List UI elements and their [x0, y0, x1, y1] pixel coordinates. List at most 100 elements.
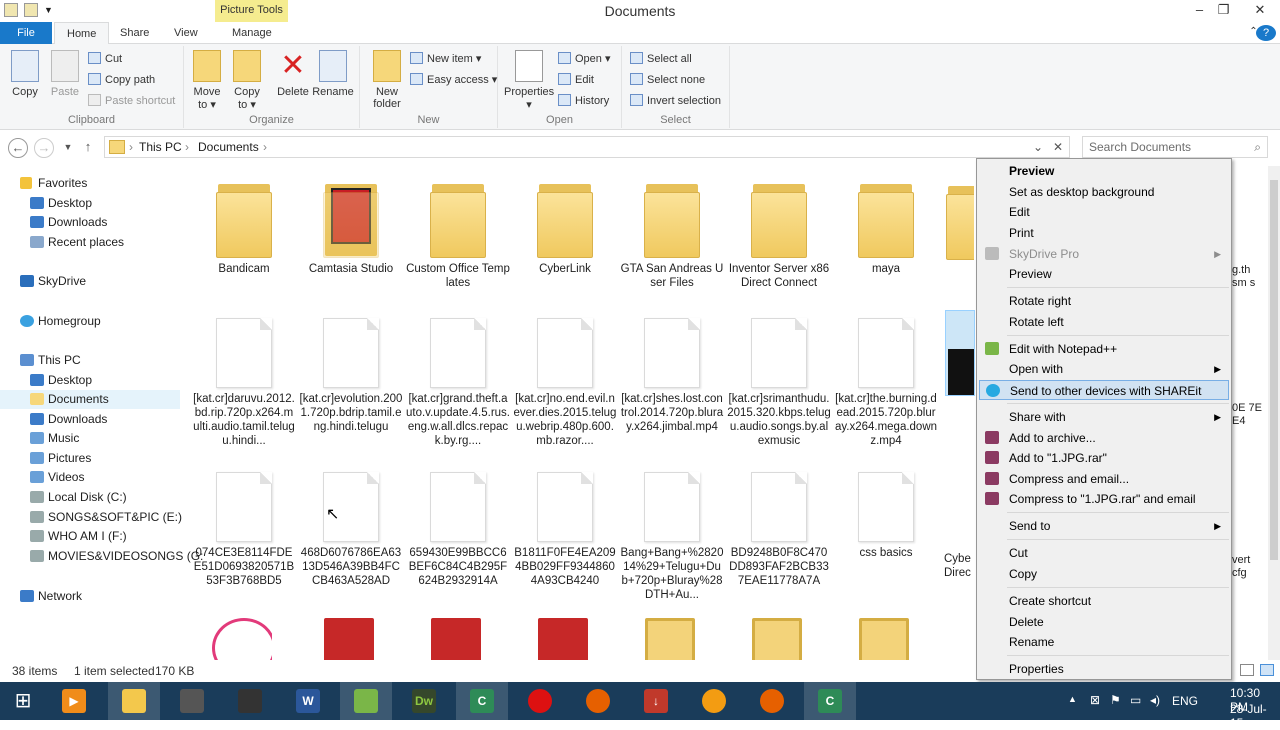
back-icon[interactable]: ←	[8, 138, 28, 158]
details-view-icon[interactable]	[1240, 664, 1254, 676]
tab-manage[interactable]: Manage	[220, 22, 284, 44]
folder-tile[interactable]: GTA San Andreas User Files	[620, 170, 724, 290]
file-tile[interactable]: [kat.cr]shes.lost.control.2014.720p.blur…	[620, 314, 724, 434]
menu-compress-email[interactable]: Compress and email...	[979, 469, 1229, 489]
partial-right-tile-1[interactable]: g.th sm s	[1232, 264, 1267, 290]
clock-date[interactable]: 28-Jul-15	[1230, 702, 1280, 730]
menu-compress-rar-email[interactable]: Compress to "1.JPG.rar" and email	[979, 489, 1229, 509]
menu-add-archive[interactable]: Add to archive...	[979, 428, 1229, 448]
selected-image-tile[interactable]	[945, 310, 975, 396]
nav-pc-music[interactable]: Music	[30, 429, 79, 448]
partial-right-tile-3[interactable]: vert cfg	[1232, 554, 1267, 580]
invert-selection-button[interactable]: Invert selection	[630, 92, 721, 110]
file-tile[interactable]: 468D6076786EA6313D546A39BB4FCCB463A528AD	[299, 468, 403, 588]
tab-share[interactable]: Share	[108, 22, 161, 44]
large-icons-view-icon[interactable]	[1260, 664, 1274, 676]
menu-create-shortcut[interactable]: Create shortcut	[979, 591, 1229, 611]
forward-icon[interactable]: →	[34, 138, 54, 158]
taskbar-word[interactable]: W	[282, 682, 334, 720]
menu-preview-default[interactable]: Preview	[979, 161, 1229, 181]
nav-local-c[interactable]: Local Disk (C:)	[30, 488, 127, 507]
copy-path-button[interactable]: Copy path	[88, 71, 155, 89]
taskbar-downloader[interactable]: ↓	[630, 682, 682, 720]
file-tile[interactable]	[319, 618, 379, 660]
breadcrumb-documents[interactable]: Documents	[198, 137, 259, 157]
taskbar-app-3[interactable]	[166, 682, 218, 720]
menu-set-desktop[interactable]: Set as desktop background	[979, 182, 1229, 202]
menu-edit[interactable]: Edit	[979, 202, 1229, 222]
new-item-button[interactable]: New item ▾	[410, 50, 481, 68]
nav-pc-videos[interactable]: Videos	[30, 468, 84, 487]
file-tile[interactable]: css basics	[834, 468, 938, 560]
file-tile[interactable]: [kat.cr]evolution.2001.720p.bdrip.tamil.…	[299, 314, 403, 434]
nav-drive-f[interactable]: WHO AM I (F:)	[30, 527, 127, 546]
open-button[interactable]: Open ▾	[558, 50, 611, 68]
file-tile[interactable]	[426, 618, 486, 660]
menu-send-to[interactable]: Send to ▶	[979, 516, 1229, 536]
taskbar-media-player[interactable]: ▶	[48, 682, 100, 720]
menu-rotate-left[interactable]: Rotate left	[979, 312, 1229, 332]
file-tile[interactable]	[640, 618, 700, 660]
paste-button[interactable]: Paste	[44, 50, 86, 98]
file-tile[interactable]: 074CE3E8114FDEE51D0693820571B53F3B768BD5	[192, 468, 296, 588]
language-indicator[interactable]: ENG	[1172, 694, 1198, 708]
select-all-button[interactable]: Select all	[630, 50, 692, 68]
nav-pc-pictures[interactable]: Pictures	[30, 449, 91, 468]
tab-view[interactable]: View	[162, 22, 210, 44]
help-icon[interactable]: ?	[1256, 25, 1276, 41]
history-button[interactable]: History	[558, 92, 609, 110]
nav-favorites[interactable]: Favorites	[20, 174, 87, 193]
taskbar-camtasia-2[interactable]: C	[804, 682, 856, 720]
menu-print[interactable]: Print	[979, 223, 1229, 243]
tab-file[interactable]: File	[0, 22, 52, 44]
file-tile[interactable]: [kat.cr]grand.theft.auto.v.update.4.5.ru…	[406, 314, 510, 448]
nav-skydrive[interactable]: SkyDrive	[20, 272, 86, 291]
easy-access-button[interactable]: Easy access ▾	[410, 71, 497, 89]
taskbar-file-explorer[interactable]	[108, 682, 160, 720]
menu-preview[interactable]: Preview	[979, 264, 1229, 284]
file-tile[interactable]: Bang+Bang+%282014%29+Telugu+Dub+720p+Blu…	[620, 468, 724, 602]
minimize-button[interactable]: –	[1186, 0, 1213, 22]
nav-pc-documents[interactable]: Documents	[0, 390, 180, 409]
move-to-button[interactable]: Move to ▾	[186, 50, 228, 111]
maximize-button[interactable]: ❐	[1210, 0, 1237, 22]
partial-file-tile[interactable]: Cybe Direc	[944, 552, 974, 580]
properties-button[interactable]: Properties ▾	[504, 50, 554, 111]
tab-home[interactable]: Home	[54, 22, 110, 44]
menu-share-with[interactable]: Share with ▶	[979, 407, 1229, 427]
menu-edit-notepad[interactable]: Edit with Notepad++	[979, 339, 1229, 359]
rename-button[interactable]: Rename	[312, 50, 354, 98]
menu-add-rar[interactable]: Add to "1.JPG.rar"	[979, 448, 1229, 468]
address-bar[interactable]: › This PC › Documents › ⌄ ✕	[104, 136, 1070, 158]
file-tile[interactable]	[533, 618, 593, 660]
folder-tile[interactable]: Custom Office Templates	[406, 170, 510, 290]
folder-tile[interactable]: maya	[834, 170, 938, 276]
search-input[interactable]: Search Documents ⌕	[1082, 136, 1268, 158]
flag-tray-icon[interactable]: ⚑	[1110, 693, 1121, 707]
menu-rotate-right[interactable]: Rotate right	[979, 291, 1229, 311]
menu-shareit[interactable]: Send to other devices with SHAREit	[979, 380, 1229, 400]
taskbar-camtasia[interactable]: C	[456, 682, 508, 720]
taskbar-app-uc[interactable]	[688, 682, 740, 720]
taskbar-dreamweaver[interactable]: Dw	[398, 682, 450, 720]
taskbar-firefox-2[interactable]	[746, 682, 798, 720]
nav-homegroup[interactable]: Homegroup	[20, 312, 101, 331]
folder-tile[interactable]: CyberLink	[513, 170, 617, 276]
edit-button[interactable]: Edit	[558, 71, 594, 89]
clear-address-icon[interactable]: ✕	[1053, 137, 1063, 157]
file-tile[interactable]: B1811F0FE4EA2094BB029FF93448604A93CB4240	[513, 468, 617, 588]
address-dropdown-icon[interactable]: ⌄	[1033, 137, 1043, 157]
file-tile[interactable]	[854, 618, 914, 660]
volume-icon[interactable]: ◂)	[1150, 693, 1160, 707]
select-none-button[interactable]: Select none	[630, 71, 705, 89]
up-icon[interactable]: ↑	[78, 138, 98, 158]
battery-icon[interactable]: ▭	[1130, 693, 1141, 707]
file-tile[interactable]: [kat.cr]the.burning.dead.2015.720p.blura…	[834, 314, 938, 448]
file-tile[interactable]	[747, 618, 807, 660]
network-tray-icon[interactable]: ⊠	[1090, 693, 1100, 707]
file-tile[interactable]: [kat.cr]daruvu.2012.bd.rip.720p.x264.mul…	[192, 314, 296, 448]
file-tile[interactable]: 659430E99BBCC6BEF6C84C4B295F624B2932914A	[406, 468, 510, 588]
breadcrumb-this-pc[interactable]: This PC	[139, 137, 182, 157]
taskbar-notepadpp[interactable]	[340, 682, 392, 720]
file-tile[interactable]: [kat.cr]srimanthudu.2015.320.kbps.telugu…	[727, 314, 831, 448]
